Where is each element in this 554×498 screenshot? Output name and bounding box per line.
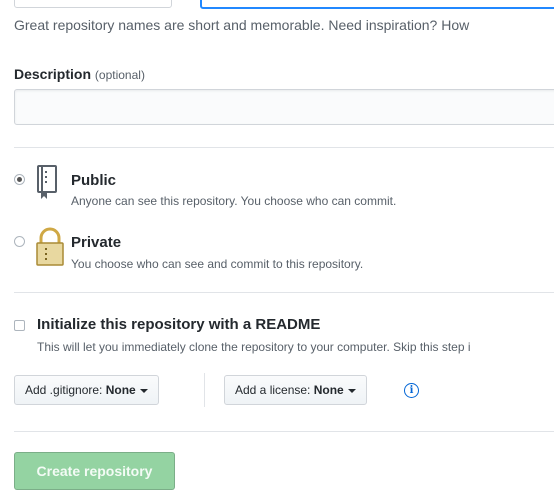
vertical-separator xyxy=(204,373,205,407)
readme-checkbox[interactable] xyxy=(14,320,25,331)
lock-icon xyxy=(36,227,64,267)
readme-title: Initialize this repository with a README xyxy=(37,316,321,333)
divider xyxy=(14,292,554,293)
license-value: None xyxy=(313,383,344,397)
license-select[interactable]: Add a license: None xyxy=(224,375,367,405)
public-title: Public xyxy=(71,172,117,189)
caret-down-icon xyxy=(139,388,148,393)
public-radio[interactable] xyxy=(14,174,25,185)
gitignore-select[interactable]: Add .gitignore: None xyxy=(14,375,159,405)
gitignore-label: Add .gitignore: xyxy=(25,383,103,397)
owner-select[interactable] xyxy=(14,0,172,8)
repository-name-hint: Great repository names are short and mem… xyxy=(14,17,470,33)
repository-name-input[interactable] xyxy=(200,0,554,9)
private-radio[interactable] xyxy=(14,236,25,247)
info-icon[interactable]: i xyxy=(404,383,419,398)
caret-down-icon xyxy=(347,388,356,393)
optional-label: (optional) xyxy=(94,68,145,82)
divider xyxy=(14,431,554,432)
create-repository-button[interactable]: Create repository xyxy=(14,452,175,490)
license-label: Add a license: xyxy=(235,383,311,397)
description-label-text: Description xyxy=(14,66,92,82)
readme-note: This will let you immediately clone the … xyxy=(37,340,471,354)
description-label: Description (optional) xyxy=(14,66,145,82)
repo-icon xyxy=(36,165,58,201)
gitignore-value: None xyxy=(105,383,136,397)
public-note: Anyone can see this repository. You choo… xyxy=(71,194,397,208)
description-input[interactable] xyxy=(14,89,554,125)
divider xyxy=(14,147,554,148)
private-note: You choose who can see and commit to thi… xyxy=(71,257,364,271)
private-title: Private xyxy=(71,234,122,251)
